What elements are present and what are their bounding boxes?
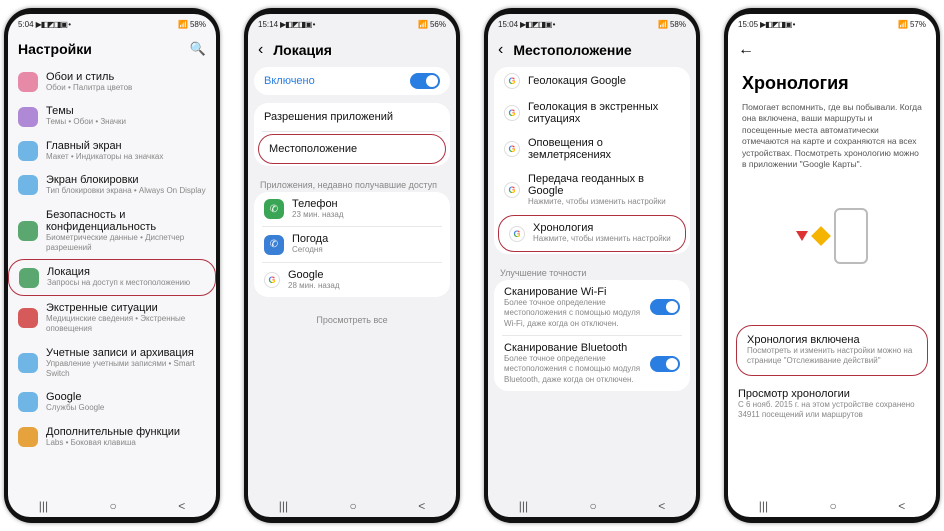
description: Помогает вспомнить, где вы побывали. Ког…: [728, 102, 936, 181]
home-button[interactable]: ○: [110, 499, 117, 513]
nav-bar: ||| ○ <: [488, 491, 696, 517]
page-header: ‹ Локация: [248, 31, 456, 67]
status-bar: 5:04▶◧◩◨▣ • 📶58%: [8, 14, 216, 31]
phone-location-services: 15:04▶◧◩◨▣ • 📶58% ‹ Местоположение GГеол…: [484, 8, 700, 523]
google-icon: G: [504, 105, 520, 121]
app-icon: ✆: [264, 199, 284, 219]
app-permissions[interactable]: Разрешения приложений: [254, 103, 450, 131]
page-header: Настройки 🔍: [8, 31, 216, 65]
item-icon: [18, 175, 38, 195]
item-icon: [19, 268, 39, 288]
recents-button[interactable]: |||: [39, 499, 48, 513]
recent-app[interactable]: ✆ПогодаСегодня: [254, 227, 450, 261]
location-service-item[interactable]: GОповещения о землетрясениях: [494, 131, 690, 167]
back-icon[interactable]: ←: [738, 41, 754, 59]
location-service-item[interactable]: GГеолокация Google: [494, 67, 690, 95]
illustration: [728, 181, 936, 291]
google-icon: G: [504, 182, 520, 198]
back-button[interactable]: <: [178, 499, 185, 513]
diamond-icon: [811, 226, 831, 246]
phone-location: 15:14▶◧◩◨▣ • 📶56% ‹ Локация Включено Раз…: [244, 8, 460, 523]
phone-settings: 5:04▶◧◩◨▣ • 📶58% Настройки 🔍 Обои и стил…: [4, 8, 220, 523]
item-icon: [18, 72, 38, 92]
page-header: ←: [728, 31, 936, 67]
item-icon: [18, 107, 38, 127]
view-all[interactable]: Просмотреть все: [248, 305, 456, 335]
settings-item[interactable]: GoogleСлужбы Google: [8, 385, 216, 419]
item-icon: [18, 427, 38, 447]
home-button[interactable]: ○: [830, 499, 837, 513]
scan-toggle-row[interactable]: Сканирование Wi-FiБолее точное определен…: [494, 280, 690, 335]
nav-bar: ||| ○ <: [728, 491, 936, 517]
back-button[interactable]: <: [898, 499, 905, 513]
home-button[interactable]: ○: [590, 499, 597, 513]
location-service-item[interactable]: GПередача геоданных в GoogleНажмите, что…: [494, 167, 690, 213]
location-toggle-row[interactable]: Включено: [254, 67, 450, 95]
recents-button[interactable]: |||: [519, 499, 528, 513]
view-timeline[interactable]: Просмотр хронологии С 6 нояб. 2015 г. на…: [728, 380, 936, 429]
recent-app[interactable]: GGoogle28 мин. назад: [254, 263, 450, 297]
google-icon: G: [504, 73, 520, 89]
status-bar: 15:04▶◧◩◨▣ • 📶58%: [488, 14, 696, 31]
settings-item[interactable]: Главный экранМакет • Индикаторы на значк…: [8, 134, 216, 168]
location-service-item[interactable]: GГеолокация в экстренных ситуациях: [494, 95, 690, 131]
google-icon: G: [504, 141, 520, 157]
page-title: Местоположение: [513, 42, 686, 58]
back-icon[interactable]: ‹: [258, 41, 263, 59]
page-title: Настройки: [18, 41, 180, 57]
nav-bar: ||| ○ <: [8, 491, 216, 517]
home-button[interactable]: ○: [350, 499, 357, 513]
location-services[interactable]: Местоположение: [258, 134, 446, 164]
recents-button[interactable]: |||: [279, 499, 288, 513]
toggle-on[interactable]: [410, 73, 440, 89]
settings-item[interactable]: Учетные записи и архивацияУправление уче…: [8, 341, 216, 386]
item-icon: [18, 221, 38, 241]
settings-item[interactable]: ЛокацияЗапросы на доступ к местоположени…: [8, 259, 216, 295]
settings-item[interactable]: Экран блокировкиТип блокировки экрана • …: [8, 168, 216, 202]
google-icon: G: [509, 226, 525, 242]
page-title: Локация: [273, 42, 446, 58]
phone-icon: [834, 208, 868, 264]
page-title: Хронология: [728, 67, 936, 102]
settings-item[interactable]: Обои и стильОбои • Палитра цветов: [8, 65, 216, 99]
settings-item[interactable]: ТемыТемы • Обои • Значки: [8, 99, 216, 133]
back-button[interactable]: <: [418, 499, 425, 513]
item-icon: [18, 392, 38, 412]
search-icon[interactable]: 🔍: [190, 41, 206, 57]
recents-button[interactable]: |||: [759, 499, 768, 513]
status-bar: 15:05▶◧◩◨▣ • 📶57%: [728, 14, 936, 31]
status-bar: 15:14▶◧◩◨▣ • 📶56%: [248, 14, 456, 31]
nav-bar: ||| ○ <: [248, 491, 456, 517]
phone-timeline: 15:05▶◧◩◨▣ • 📶57% ← Хронология Помогает …: [724, 8, 940, 523]
back-icon[interactable]: ‹: [498, 41, 503, 59]
pin-icon: [796, 231, 808, 241]
toggle-on[interactable]: [650, 299, 680, 315]
settings-item[interactable]: Безопасность и конфиденциальностьБиометр…: [8, 203, 216, 260]
item-icon: [18, 308, 38, 328]
page-header: ‹ Местоположение: [488, 31, 696, 67]
timeline-enabled[interactable]: Хронология включена Посмотреть и изменит…: [736, 325, 928, 376]
item-icon: [18, 141, 38, 161]
google-icon: G: [264, 272, 280, 288]
toggle-on[interactable]: [650, 356, 680, 372]
item-icon: [18, 353, 38, 373]
scan-toggle-row[interactable]: Сканирование BluetoothБолее точное опред…: [494, 336, 690, 391]
settings-item[interactable]: Дополнительные функцииLabs • Боковая кла…: [8, 420, 216, 454]
location-service-item[interactable]: GХронологияНажмите, чтобы изменить настр…: [498, 215, 686, 251]
app-icon: ✆: [264, 235, 284, 255]
back-button[interactable]: <: [658, 499, 665, 513]
settings-item[interactable]: Экстренные ситуацииМедицинские сведения …: [8, 296, 216, 341]
recent-app[interactable]: ✆Телефон23 мин. назад: [254, 192, 450, 226]
